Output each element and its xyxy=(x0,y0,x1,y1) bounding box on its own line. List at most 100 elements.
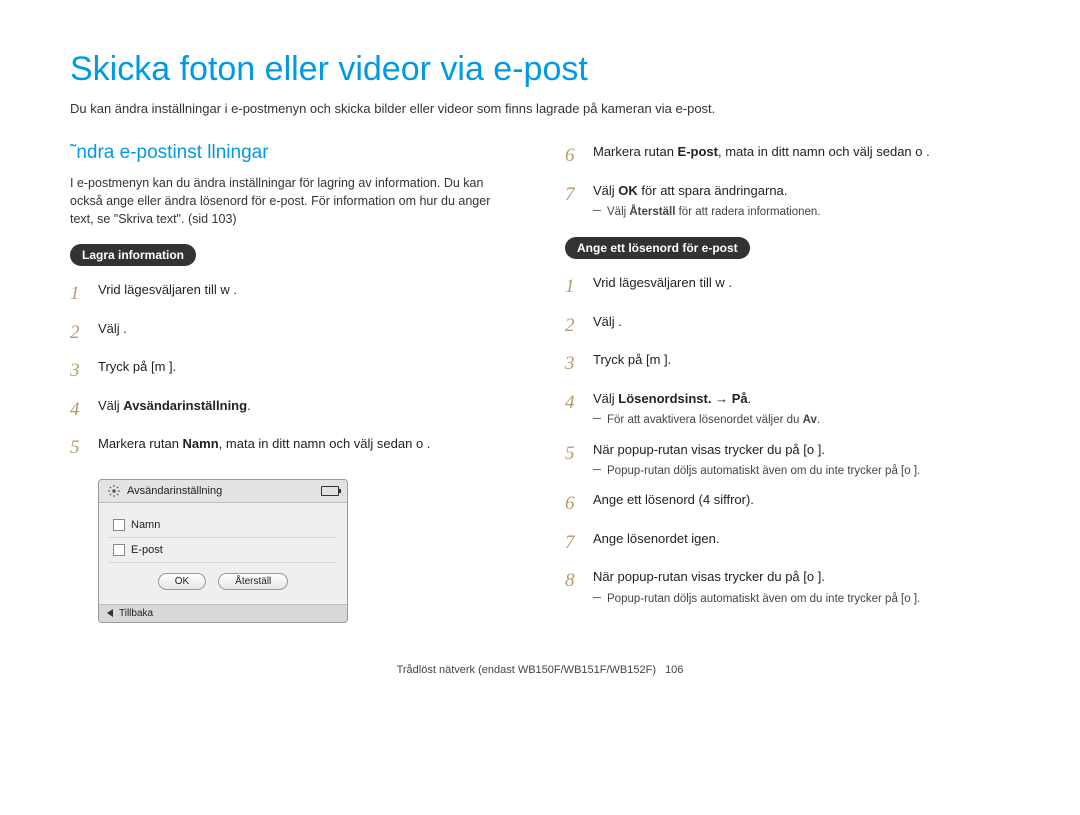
back-icon xyxy=(107,609,113,617)
t: , mata in ditt namn och välj sedan o . xyxy=(718,144,930,159)
step-number: 5 xyxy=(70,434,88,463)
step-item: 6 Markera rutan E-post, mata in ditt nam… xyxy=(565,142,1010,171)
t-bold: E-post xyxy=(678,144,718,159)
t: Välj xyxy=(593,391,618,406)
step-text: Markera rutan E-post, mata in ditt namn … xyxy=(593,142,1010,162)
t: Markera rutan xyxy=(98,436,183,451)
step-text: Välj . xyxy=(593,312,1010,332)
steps-right-password: 1 Vrid lägesväljaren till w . 2 Välj . 3… xyxy=(565,273,1010,608)
device-body: Namn E-post OK Återställ xyxy=(99,503,347,604)
step-item: 1 Vrid lägesväljaren till w . xyxy=(70,280,515,309)
step-item: 7 Välj OK för att spara ändringarna. Väl… xyxy=(565,181,1010,222)
step-text: Vrid lägesväljaren till w . xyxy=(98,280,515,300)
step-text: Välj Lösenordsinst. → På. För att avakti… xyxy=(593,389,1010,430)
step-text: Ange lösenordet igen. xyxy=(593,529,1010,549)
t: . xyxy=(247,398,251,413)
columns: ˜ndra e-postinst llningar I e-postmenyn … xyxy=(70,142,1010,624)
device-back-label: Tillbaka xyxy=(119,608,153,619)
settings-icon xyxy=(107,484,121,498)
t: . xyxy=(748,391,752,406)
step-item: 5 Markera rutan Namn, mata in ditt namn … xyxy=(70,434,515,463)
step-number: 3 xyxy=(70,357,88,386)
t: Välj xyxy=(607,206,629,218)
t-bold: Namn xyxy=(183,436,219,451)
device-row-name: Namn xyxy=(109,513,337,538)
pill-ange-losenord: Ange ett lösenord för e-post xyxy=(565,237,750,259)
step-item: 1 Vrid lägesväljaren till w . xyxy=(565,273,1010,302)
page: Skicka foton eller videor via e-post Du … xyxy=(0,0,1080,696)
checkbox-icon xyxy=(113,544,125,556)
step-item: 8 När popup-rutan visas trycker du på [o… xyxy=(565,567,1010,608)
step-number: 3 xyxy=(565,350,583,379)
t-bold: På xyxy=(732,391,748,406)
step-item: 4 Välj Lösenordsinst. → På. För att avak… xyxy=(565,389,1010,430)
section-heading: ˜ndra e-postinst llningar xyxy=(70,142,515,164)
t-bold: Lösenordsinst. xyxy=(618,391,711,406)
step-number: 6 xyxy=(565,490,583,519)
step-item: 7 Ange lösenordet igen. xyxy=(565,529,1010,558)
device-buttons: OK Återställ xyxy=(109,563,337,596)
steps-left: 1 Vrid lägesväljaren till w . 2 Välj . 3… xyxy=(70,280,515,463)
step-item: 2 Välj . xyxy=(70,319,515,348)
device-reset-button: Återställ xyxy=(218,573,288,590)
step-text: Ange ett lösenord (4 siffror). xyxy=(593,490,1010,510)
page-title: Skicka foton eller videor via e-post xyxy=(70,50,1010,89)
page-footer: Trådlöst nätverk (endast WB150F/WB151F/W… xyxy=(70,664,1010,676)
t: Markera rutan xyxy=(593,144,678,159)
steps-right-top: 6 Markera rutan E-post, mata in ditt nam… xyxy=(565,142,1010,221)
step-number: 4 xyxy=(565,389,583,418)
t: Välj xyxy=(593,183,618,198)
step-text: Välj . xyxy=(98,319,515,339)
step-note: Välj Återställ för att radera informatio… xyxy=(607,204,1010,221)
left-column: ˜ndra e-postinst llningar I e-postmenyn … xyxy=(70,142,515,624)
step-number: 7 xyxy=(565,181,583,210)
footer-text: Trådlöst nätverk (endast WB150F/WB151F/W… xyxy=(397,664,656,676)
pill-lagra-information: Lagra information xyxy=(70,244,196,266)
step-text: Tryck på [m ]. xyxy=(593,350,1010,370)
step-text: Välj OK för att spara ändringarna. Välj … xyxy=(593,181,1010,222)
step-number: 7 xyxy=(565,529,583,558)
step-number: 4 xyxy=(70,396,88,425)
t-bold: Återställ xyxy=(629,206,675,218)
intro-text: Du kan ändra inställningar i e-postmenyn… xyxy=(70,101,1010,116)
device-title: Avsändarinställning xyxy=(127,485,222,497)
t: för att spara ändringarna. xyxy=(638,183,788,198)
t: . xyxy=(817,414,820,426)
step-number: 1 xyxy=(70,280,88,309)
device-ok-button: OK xyxy=(158,573,206,590)
step-item: 3 Tryck på [m ]. xyxy=(565,350,1010,379)
checkbox-icon xyxy=(113,519,125,531)
t: för att radera informationen. xyxy=(675,206,820,218)
step-number: 1 xyxy=(565,273,583,302)
t: Välj xyxy=(98,398,123,413)
step-item: 5 När popup-rutan visas trycker du på [o… xyxy=(565,440,1010,481)
device-footer: Tillbaka xyxy=(99,604,347,622)
t: → xyxy=(711,391,731,406)
step-text: När popup-rutan visas trycker du på [o ]… xyxy=(593,567,1010,608)
t: När popup-rutan visas trycker du på [o ]… xyxy=(593,569,825,584)
t: När popup-rutan visas trycker du på [o ]… xyxy=(593,442,825,457)
step-text: När popup-rutan visas trycker du på [o ]… xyxy=(593,440,1010,481)
step-item: 4 Välj Avsändarinställning. xyxy=(70,396,515,425)
device-row-label: E-post xyxy=(131,544,163,556)
step-note: För att avaktivera lösenordet väljer du … xyxy=(607,412,1010,429)
step-item: 6 Ange ett lösenord (4 siffror). xyxy=(565,490,1010,519)
page-number: 106 xyxy=(665,664,683,676)
battery-icon xyxy=(321,486,339,496)
device-header: Avsändarinställning xyxy=(99,480,347,503)
device-screenshot: Avsändarinställning Namn E-post OK xyxy=(98,479,348,623)
right-column: 6 Markera rutan E-post, mata in ditt nam… xyxy=(565,142,1010,624)
step-note: Popup-rutan döljs automatiskt även om du… xyxy=(607,463,1010,480)
step-number: 5 xyxy=(565,440,583,469)
step-text: Tryck på [m ]. xyxy=(98,357,515,377)
t: För att avaktivera lösenordet väljer du xyxy=(607,414,803,426)
t-bold: Av xyxy=(803,414,817,426)
step-number: 2 xyxy=(565,312,583,341)
step-text: Vrid lägesväljaren till w . xyxy=(593,273,1010,293)
step-item: 3 Tryck på [m ]. xyxy=(70,357,515,386)
section-intro: I e-postmenyn kan du ändra inställningar… xyxy=(70,174,515,228)
step-number: 6 xyxy=(565,142,583,171)
device-row-label: Namn xyxy=(131,519,160,531)
step-number: 8 xyxy=(565,567,583,596)
step-text: Välj Avsändarinställning. xyxy=(98,396,515,416)
